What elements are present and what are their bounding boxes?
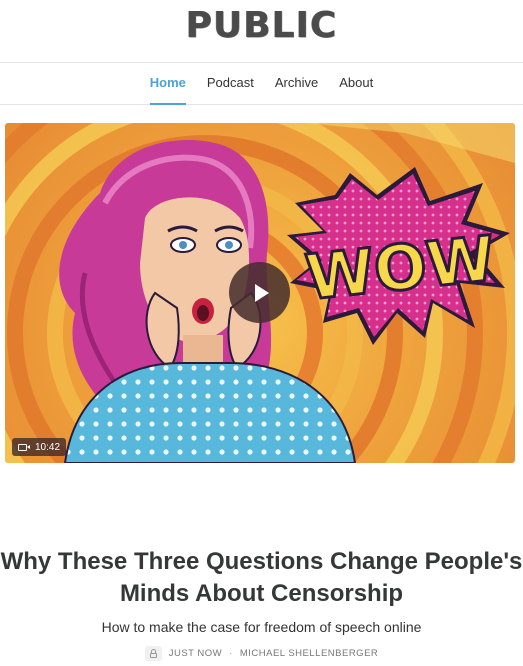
post-date: JUST NOW [168,648,223,659]
video-player[interactable]: WOW 10:42 [5,123,515,463]
video-camera-icon [18,443,30,451]
post-subtitle: How to make the case for freedom of spee… [101,619,422,635]
play-button[interactable] [229,262,290,323]
post-author[interactable]: MICHAEL SHELLENBERGER [240,648,378,659]
play-icon [254,283,269,302]
masthead: PUBLIC [0,0,523,62]
main-nav: Home Podcast Archive About [0,62,523,105]
video-duration: 10:42 [35,441,61,453]
duration-badge: 10:42 [12,438,67,456]
post-title[interactable]: Why These Three Questions Change People'… [0,546,523,610]
meta-separator: · [229,648,233,659]
lock-icon [149,648,157,658]
post-meta: JUST NOW · MICHAEL SHELLENBERGER [0,646,523,661]
nav-podcast[interactable]: Podcast [207,62,254,105]
lock-badge [144,646,162,661]
site-logo[interactable]: PUBLIC [186,5,338,46]
nav-about[interactable]: About [339,62,373,105]
nav-archive[interactable]: Archive [275,62,318,105]
nav-home[interactable]: Home [149,62,187,105]
